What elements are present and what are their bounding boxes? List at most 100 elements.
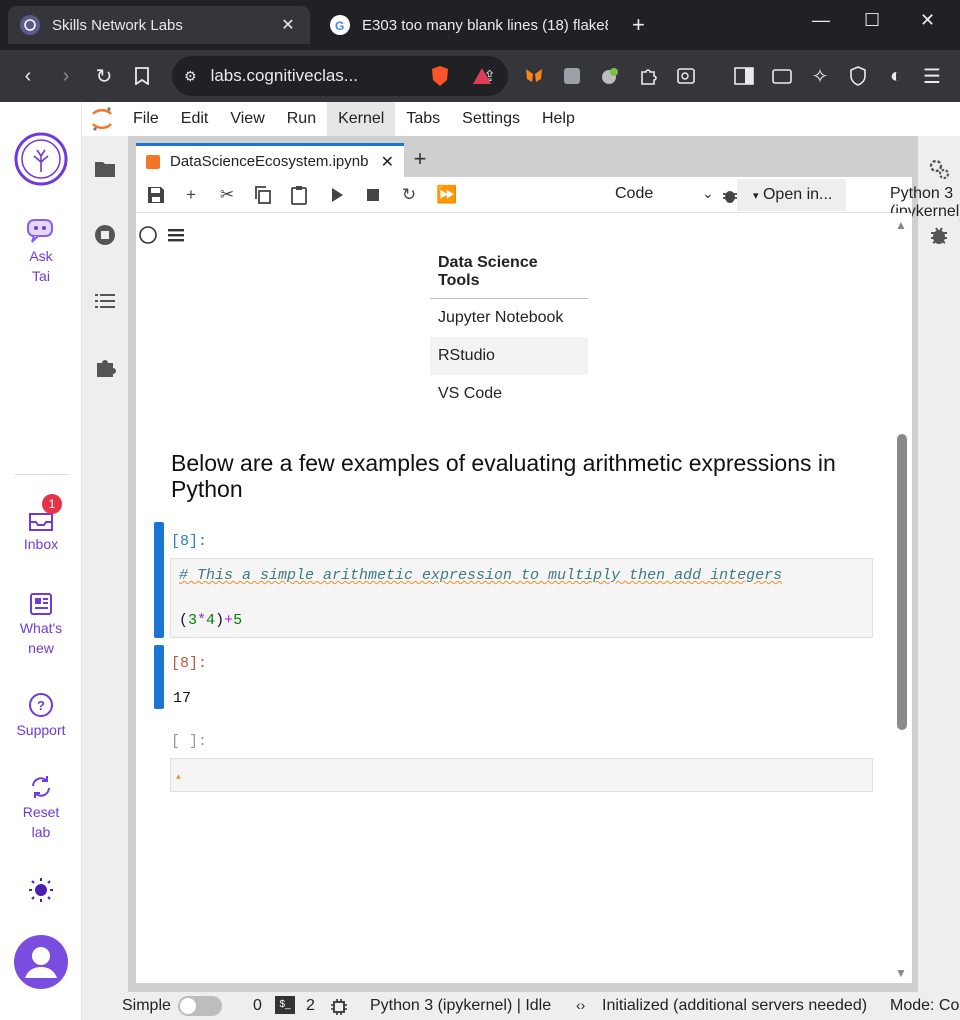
vpn-icon[interactable] — [844, 62, 872, 90]
restart-run-all-icon[interactable]: ⏩ — [436, 185, 457, 205]
minimize-icon[interactable]: — — [812, 10, 830, 31]
skills-network-logo[interactable] — [0, 132, 82, 188]
leo-ai-icon[interactable]: ✧ — [806, 62, 834, 90]
debugger-bug-icon[interactable] — [928, 224, 950, 246]
ask-tai-button[interactable]: Ask Tai — [0, 218, 82, 286]
help-circle-icon: ? — [29, 693, 53, 717]
extension-orb-icon[interactable] — [596, 62, 624, 90]
kernel-status-text[interactable]: Python 3 (ipykernel) | Idle — [370, 997, 551, 1015]
close-tab-icon[interactable]: ✕ — [278, 15, 298, 35]
mode-indicator: Mode: Co — [890, 997, 960, 1014]
data-science-tools-table: Data Science Tools Jupyter Notebook RStu… — [430, 246, 588, 413]
scroll-down-icon[interactable]: ▼ — [895, 966, 907, 980]
search-tab-icon[interactable] — [672, 62, 700, 90]
window-close-icon[interactable]: ✕ — [920, 10, 935, 31]
newspaper-icon — [30, 593, 52, 615]
inbox-button[interactable]: 1 Inbox — [0, 494, 82, 554]
brave-rewards-icon[interactable] — [468, 62, 496, 90]
jupyter-logo-icon — [82, 102, 122, 136]
maximize-icon[interactable]: ☐ — [864, 10, 880, 31]
empty-cell-editor[interactable]: ▲ — [170, 758, 873, 792]
metamask-icon[interactable] — [520, 62, 548, 90]
reset-lab-button[interactable]: Reset lab — [0, 774, 82, 842]
paste-icon[interactable] — [289, 185, 309, 205]
open-in-button[interactable]: ▾ Open in... — [737, 179, 846, 211]
notebook-tab[interactable]: DataScienceEcosystem.ipynb ✕ — [136, 143, 404, 177]
brave-shield-icon[interactable] — [426, 62, 454, 90]
simple-mode-toggle[interactable] — [178, 996, 222, 1016]
google-favicon: G — [330, 15, 350, 35]
lsp-status-text[interactable]: Initialized (additional servers needed) — [602, 997, 867, 1015]
reset-icon — [32, 776, 50, 798]
sidebar-divider — [14, 474, 70, 475]
address-bar[interactable]: ⚙ labs.cognitiveclas... ⇪ — [172, 56, 508, 96]
output-value: 17 — [173, 690, 192, 707]
property-inspector-gears-icon[interactable] — [928, 158, 950, 180]
interrupt-kernel-icon[interactable] — [363, 185, 383, 205]
extension-manager-icon[interactable] — [94, 356, 116, 378]
browser-toolbar: ‹ › ↻ ⚙ labs.cognitiveclas... ⇪ ✧ ◐ ☰ — [0, 50, 960, 102]
menu-settings[interactable]: Settings — [451, 102, 531, 136]
insert-cell-icon[interactable]: + — [181, 185, 201, 205]
running-kernels-icon[interactable] — [94, 224, 116, 246]
support-button[interactable]: ? Support — [0, 692, 82, 740]
cpu-chip-icon — [331, 999, 347, 1015]
inbox-label: Inbox — [23, 536, 59, 552]
menu-file[interactable]: File — [122, 102, 170, 136]
browser-tab-google[interactable]: G E303 too many blank lines (18) flake8 — [318, 6, 620, 44]
hamburger-menu-icon[interactable] — [166, 225, 186, 245]
output-collapser[interactable] — [154, 645, 164, 709]
extension-hand-icon[interactable] — [558, 62, 586, 90]
kernel-bug-icon[interactable] — [720, 185, 740, 205]
code-expression: (3*4)+5 — [179, 612, 243, 629]
profile-swirl-icon[interactable]: ◐ — [882, 62, 910, 90]
folder-icon[interactable] — [94, 158, 116, 180]
cut-icon[interactable]: ✂ — [217, 185, 237, 205]
new-tab-icon[interactable]: + — [632, 12, 645, 38]
bookmark-icon[interactable] — [128, 62, 156, 90]
simple-mode-label: Simple — [122, 997, 171, 1014]
menu-help[interactable]: Help — [531, 102, 586, 136]
svg-text:?: ? — [37, 698, 45, 713]
menu-run[interactable]: Run — [276, 102, 327, 136]
code-comment: # This a simple arithmetic expression to… — [179, 567, 783, 584]
whats-new-button[interactable]: What's new — [0, 592, 82, 658]
scroll-up-icon[interactable]: ▲ — [895, 218, 907, 232]
browser-tabstrip: Skills Network Labs ✕ G E303 too many bl… — [0, 0, 960, 50]
back-icon[interactable]: ‹ — [14, 62, 42, 90]
ask-tai-label: Ask Tai — [29, 248, 53, 284]
wallet-icon[interactable] — [768, 62, 796, 90]
table-of-contents-icon[interactable] — [94, 290, 116, 312]
terminal-icon[interactable]: $_ — [275, 996, 295, 1014]
menu-view[interactable]: View — [219, 102, 275, 136]
user-avatar[interactable] — [0, 934, 82, 992]
theme-toggle-button[interactable] — [0, 876, 82, 906]
screen: Skills Network Labs ✕ G E303 too many bl… — [0, 0, 960, 1020]
cell-type-select[interactable]: Code — [615, 185, 653, 203]
menu-kernel[interactable]: Kernel — [327, 102, 396, 136]
save-icon[interactable] — [146, 185, 166, 205]
browser-menu-icon[interactable]: ☰ — [918, 62, 946, 90]
sidebar-toggle-icon[interactable] — [730, 62, 758, 90]
close-notebook-tab-icon[interactable]: ✕ — [381, 152, 394, 172]
scrollbar-thumb[interactable] — [897, 434, 907, 730]
cell-collapser[interactable] — [154, 522, 164, 638]
new-launcher-icon[interactable]: + — [408, 146, 432, 172]
input-prompt: [8]: — [171, 533, 208, 550]
run-cell-icon[interactable] — [327, 185, 347, 205]
menu-edit[interactable]: Edit — [170, 102, 220, 136]
code-cell-editor[interactable]: # This a simple arithmetic expression to… — [170, 558, 873, 638]
skills-network-logo-icon — [14, 132, 68, 186]
reload-icon[interactable]: ↻ — [90, 62, 118, 90]
kernels-count: 0 — [253, 997, 262, 1014]
browser-tab-skills-network[interactable]: Skills Network Labs ✕ — [8, 6, 310, 44]
menu-tabs[interactable]: Tabs — [395, 102, 451, 136]
extensions-puzzle-icon[interactable] — [634, 62, 662, 90]
chevron-down-icon[interactable]: ⌄ — [702, 185, 714, 202]
site-settings-icon[interactable]: ⚙ — [184, 68, 197, 85]
copy-icon[interactable] — [253, 185, 273, 205]
empty-input-prompt: [ ]: — [171, 733, 208, 750]
forward-icon[interactable]: › — [52, 62, 80, 90]
table-header: Data Science Tools — [430, 246, 588, 299]
restart-kernel-icon[interactable]: ↻ — [399, 185, 419, 205]
